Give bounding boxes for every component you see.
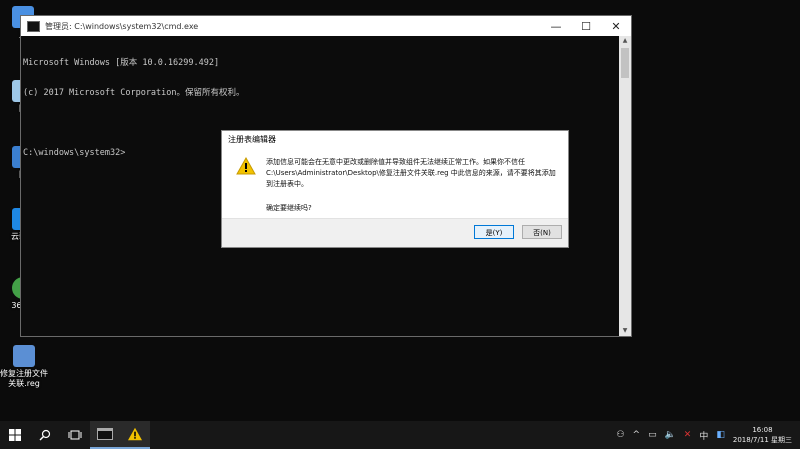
taskbar-regedit-warning[interactable] xyxy=(120,421,150,449)
dialog-footer: 是(Y) 否(N) xyxy=(222,218,568,247)
registry-editor-dialog[interactable]: 注册表编辑器 添加信息可能会在无意中更改或删除值并导致组件无法继续正常工作。如果… xyxy=(221,130,569,248)
warning-icon xyxy=(128,427,142,441)
clock[interactable]: 16:08 2018/7/11 星期三 xyxy=(733,425,792,445)
cmd-title-bar[interactable]: 管理员: C:\windows\system32\cmd.exe — ☐ ✕ xyxy=(21,16,631,36)
scroll-thumb[interactable] xyxy=(621,48,629,78)
taskbar: ⚇ ^ ▭ 🔈 ✕ 中 ◧ 16:08 2018/7/11 星期三 xyxy=(0,421,800,449)
search-button[interactable] xyxy=(30,421,60,449)
close-button[interactable]: ✕ xyxy=(601,16,631,36)
cmd-icon xyxy=(97,428,113,440)
dialog-message-area: 添加信息可能会在无意中更改或删除值并导致组件无法继续正常工作。如果你不信任 C:… xyxy=(232,155,560,215)
cmd-line xyxy=(23,118,619,128)
warning-icon xyxy=(236,157,256,175)
cmd-icon xyxy=(27,20,40,32)
search-icon xyxy=(39,429,51,441)
dialog-title: 注册表编辑器 xyxy=(228,135,276,144)
maximize-button[interactable]: ☐ xyxy=(571,16,601,36)
windows-icon xyxy=(9,429,21,441)
cmd-line: (c) 2017 Microsoft Corporation。保留所有权利。 xyxy=(23,88,245,98)
cmd-title: 管理员: C:\windows\system32\cmd.exe xyxy=(45,21,199,31)
desktop-icon-reg-file[interactable]: 修复注册文件关联.reg xyxy=(0,345,48,389)
people-icon[interactable]: ⚇ xyxy=(616,430,624,440)
volume-icon[interactable]: 🔈 xyxy=(665,430,676,440)
input-language[interactable]: 中 xyxy=(699,429,708,442)
registry-file-icon xyxy=(13,345,35,367)
security-icon[interactable]: ✕ xyxy=(684,430,692,440)
cmd-line: Microsoft Windows [版本 10.0.16299.492] xyxy=(23,58,220,68)
task-view-icon xyxy=(68,430,82,440)
dialog-question: 确定要继续吗? xyxy=(266,204,312,212)
yes-button[interactable]: 是(Y) xyxy=(474,225,514,239)
scroll-down-icon[interactable]: ▼ xyxy=(619,326,631,336)
clock-date: 2018/7/11 星期三 xyxy=(732,436,792,444)
system-tray: ⚇ ^ ▭ 🔈 ✕ 中 ◧ 16:08 2018/7/11 星期三 xyxy=(612,421,800,449)
network-icon[interactable]: ▭ xyxy=(648,430,657,440)
scroll-up-icon[interactable]: ▲ xyxy=(619,36,631,46)
dialog-message: 添加信息可能会在无意中更改或删除值并导致组件无法继续正常工作。如果你不信任 C:… xyxy=(266,158,556,188)
start-button[interactable] xyxy=(0,421,30,449)
chevron-up-icon[interactable]: ^ xyxy=(633,430,641,440)
ime-icon[interactable]: ◧ xyxy=(716,430,725,440)
minimize-button[interactable]: — xyxy=(541,16,571,36)
no-button[interactable]: 否(N) xyxy=(522,225,562,239)
cmd-scrollbar[interactable]: ▲ ▼ xyxy=(619,36,631,336)
taskbar-cmd[interactable] xyxy=(90,421,120,449)
task-view-button[interactable] xyxy=(60,421,90,449)
clock-time: 16:08 xyxy=(752,426,773,434)
